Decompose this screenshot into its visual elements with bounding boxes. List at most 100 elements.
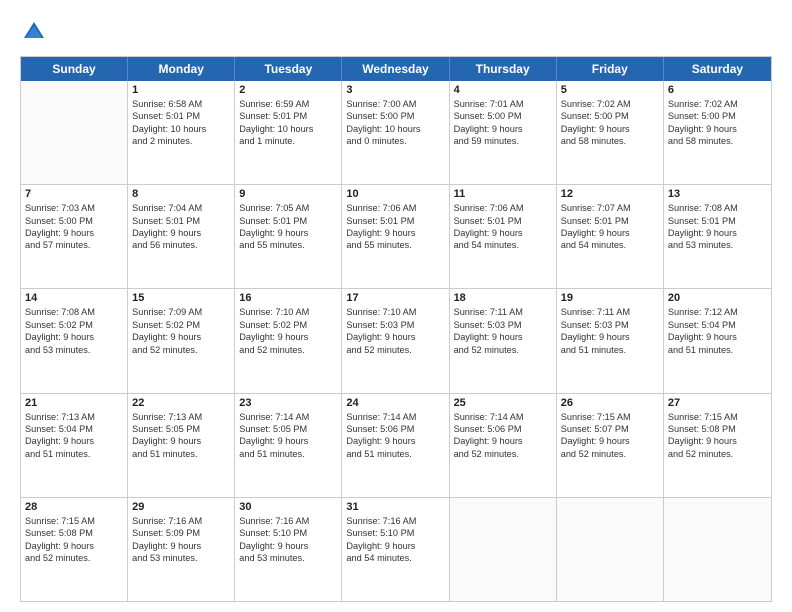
calendar-cell: 29Sunrise: 7:16 AMSunset: 5:09 PMDayligh… [128, 498, 235, 601]
cell-line: Sunrise: 7:11 AM [561, 306, 659, 318]
cell-line: Sunrise: 7:02 AM [668, 98, 767, 110]
calendar-cell: 26Sunrise: 7:15 AMSunset: 5:07 PMDayligh… [557, 394, 664, 497]
day-number: 22 [132, 397, 230, 409]
calendar-week: 28Sunrise: 7:15 AMSunset: 5:08 PMDayligh… [21, 498, 771, 601]
cell-line: Sunset: 5:07 PM [561, 423, 659, 435]
cell-line: Sunset: 5:03 PM [561, 319, 659, 331]
cell-line: and 54 minutes. [561, 239, 659, 251]
cell-line: Daylight: 9 hours [25, 331, 123, 343]
calendar-cell: 7Sunrise: 7:03 AMSunset: 5:00 PMDaylight… [21, 185, 128, 288]
cell-line: Daylight: 9 hours [454, 227, 552, 239]
day-number: 1 [132, 84, 230, 96]
cell-line: and 52 minutes. [454, 344, 552, 356]
cell-line: Sunrise: 7:11 AM [454, 306, 552, 318]
cell-line: and 51 minutes. [132, 448, 230, 460]
cell-line: Daylight: 9 hours [668, 331, 767, 343]
cell-line: Sunset: 5:01 PM [132, 110, 230, 122]
day-number: 21 [25, 397, 123, 409]
cell-line: and 55 minutes. [239, 239, 337, 251]
cell-line: and 51 minutes. [239, 448, 337, 460]
calendar-cell: 10Sunrise: 7:06 AMSunset: 5:01 PMDayligh… [342, 185, 449, 288]
cell-line: Sunrise: 7:13 AM [132, 411, 230, 423]
cell-line: and 57 minutes. [25, 239, 123, 251]
logo-icon [20, 18, 48, 46]
cell-line: Daylight: 9 hours [239, 435, 337, 447]
calendar-week: 14Sunrise: 7:08 AMSunset: 5:02 PMDayligh… [21, 289, 771, 393]
cell-line: and 52 minutes. [454, 448, 552, 460]
calendar-cell [21, 81, 128, 184]
day-number: 12 [561, 188, 659, 200]
cell-line: Sunrise: 7:03 AM [25, 202, 123, 214]
day-number: 7 [25, 188, 123, 200]
cell-line: Daylight: 9 hours [346, 331, 444, 343]
cell-line: Sunset: 5:03 PM [346, 319, 444, 331]
cell-line: and 0 minutes. [346, 135, 444, 147]
cell-line: Daylight: 9 hours [239, 227, 337, 239]
cell-line: Sunset: 5:04 PM [25, 423, 123, 435]
cell-line: Sunset: 5:01 PM [239, 215, 337, 227]
cell-line: Sunset: 5:04 PM [668, 319, 767, 331]
calendar-cell [664, 498, 771, 601]
weekday-header: Sunday [21, 57, 128, 81]
cell-line: Sunset: 5:06 PM [346, 423, 444, 435]
cell-line: Sunrise: 7:08 AM [668, 202, 767, 214]
cell-line: and 51 minutes. [346, 448, 444, 460]
day-number: 3 [346, 84, 444, 96]
cell-line: Sunrise: 7:15 AM [25, 515, 123, 527]
calendar-cell: 9Sunrise: 7:05 AMSunset: 5:01 PMDaylight… [235, 185, 342, 288]
calendar-cell: 12Sunrise: 7:07 AMSunset: 5:01 PMDayligh… [557, 185, 664, 288]
weekday-header: Monday [128, 57, 235, 81]
cell-line: Daylight: 9 hours [132, 540, 230, 552]
cell-line: and 52 minutes. [561, 448, 659, 460]
cell-line: Sunrise: 7:14 AM [454, 411, 552, 423]
cell-line: Sunrise: 7:07 AM [561, 202, 659, 214]
calendar-cell: 8Sunrise: 7:04 AMSunset: 5:01 PMDaylight… [128, 185, 235, 288]
cell-line: and 54 minutes. [454, 239, 552, 251]
cell-line: Sunrise: 7:06 AM [346, 202, 444, 214]
weekday-header: Friday [557, 57, 664, 81]
day-number: 18 [454, 292, 552, 304]
calendar-cell [450, 498, 557, 601]
day-number: 30 [239, 501, 337, 513]
cell-line: Sunset: 5:02 PM [25, 319, 123, 331]
day-number: 5 [561, 84, 659, 96]
day-number: 2 [239, 84, 337, 96]
cell-line: and 52 minutes. [346, 344, 444, 356]
cell-line: and 53 minutes. [25, 344, 123, 356]
cell-line: Sunrise: 7:10 AM [239, 306, 337, 318]
weekday-header: Wednesday [342, 57, 449, 81]
day-number: 26 [561, 397, 659, 409]
calendar-cell: 31Sunrise: 7:16 AMSunset: 5:10 PMDayligh… [342, 498, 449, 601]
cell-line: Sunrise: 7:02 AM [561, 98, 659, 110]
day-number: 6 [668, 84, 767, 96]
cell-line: Sunset: 5:01 PM [668, 215, 767, 227]
cell-line: Sunrise: 7:16 AM [132, 515, 230, 527]
cell-line: Sunset: 5:01 PM [132, 215, 230, 227]
calendar-cell: 16Sunrise: 7:10 AMSunset: 5:02 PMDayligh… [235, 289, 342, 392]
cell-line: Daylight: 9 hours [132, 331, 230, 343]
calendar-week: 21Sunrise: 7:13 AMSunset: 5:04 PMDayligh… [21, 394, 771, 498]
cell-line: Daylight: 9 hours [346, 227, 444, 239]
cell-line: Daylight: 9 hours [561, 123, 659, 135]
cell-line: Sunset: 5:00 PM [454, 110, 552, 122]
cell-line: and 51 minutes. [561, 344, 659, 356]
cell-line: Daylight: 9 hours [239, 540, 337, 552]
cell-line: Sunrise: 7:15 AM [561, 411, 659, 423]
cell-line: Sunrise: 7:15 AM [668, 411, 767, 423]
calendar-cell: 11Sunrise: 7:06 AMSunset: 5:01 PMDayligh… [450, 185, 557, 288]
cell-line: Sunset: 5:08 PM [25, 527, 123, 539]
day-number: 13 [668, 188, 767, 200]
cell-line: and 52 minutes. [25, 552, 123, 564]
cell-line: Daylight: 9 hours [25, 435, 123, 447]
cell-line: Sunset: 5:09 PM [132, 527, 230, 539]
day-number: 15 [132, 292, 230, 304]
cell-line: and 53 minutes. [132, 552, 230, 564]
calendar-cell: 14Sunrise: 7:08 AMSunset: 5:02 PMDayligh… [21, 289, 128, 392]
calendar-body: 1Sunrise: 6:58 AMSunset: 5:01 PMDaylight… [21, 81, 771, 601]
cell-line: Daylight: 9 hours [668, 227, 767, 239]
cell-line: Sunrise: 7:14 AM [239, 411, 337, 423]
day-number: 11 [454, 188, 552, 200]
calendar: SundayMondayTuesdayWednesdayThursdayFrid… [20, 56, 772, 602]
calendar-cell: 30Sunrise: 7:16 AMSunset: 5:10 PMDayligh… [235, 498, 342, 601]
calendar-cell: 4Sunrise: 7:01 AMSunset: 5:00 PMDaylight… [450, 81, 557, 184]
